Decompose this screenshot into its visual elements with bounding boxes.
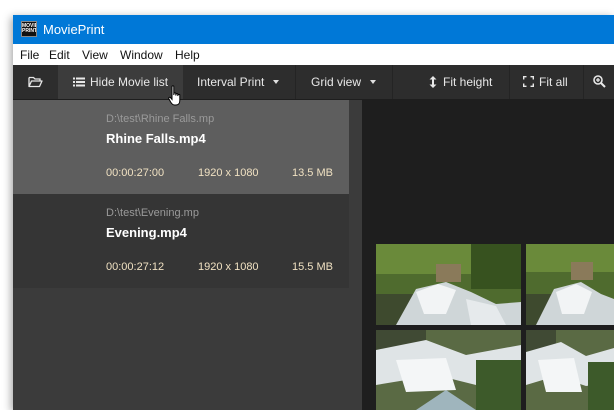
movie-duration: 00:00:27:12 [106,261,165,273]
movie-list-panel: D:\test\Rhine Falls.mp Rhine Falls.mp4 0… [13,100,362,410]
zoom-button[interactable] [593,65,614,99]
movie-name: Rhine Falls.mp4 [106,131,206,146]
fit-height-button[interactable]: Fit height [417,65,509,99]
movie-resolution: 1920 x 1080 [198,167,259,179]
menu-view[interactable]: View [82,48,108,62]
waterfall-thumbnail-image [376,330,521,410]
movie-path: D:\test\Evening.mp [106,207,199,219]
thumbnail-frame[interactable] [526,244,614,325]
expand-icon [523,76,534,88]
grid-view-label: Grid view [311,75,362,89]
menu-file[interactable]: File [20,48,39,62]
interval-print-dropdown[interactable]: Interval Print [184,65,295,99]
chevron-down-icon [370,79,377,84]
title-bar[interactable]: MOVIE PRINT MoviePrint [13,15,614,44]
open-button[interactable] [13,65,57,99]
toolbar-divider [583,65,584,99]
movie-path: D:\test\Rhine Falls.mp [106,113,215,125]
chevron-down-icon [273,79,280,84]
zoom-icon [593,75,606,89]
app-logo-text: MOVIE PRINT [22,23,37,34]
waterfall-thumbnail-image [526,330,614,410]
thumbnail-frame[interactable] [376,330,521,410]
fit-height-label: Fit height [443,75,493,89]
grid-view-dropdown[interactable]: Grid view [296,65,392,99]
toolbar: Hide Movie list Interval Print Grid view… [13,65,614,100]
menu-help[interactable]: Help [175,48,200,62]
window-title: MoviePrint [43,22,105,37]
hand-cursor-icon [168,85,181,106]
movieprint-viewer[interactable] [362,100,614,410]
thumbnail-frame[interactable] [376,244,521,325]
movie-list-item[interactable]: D:\test\Rhine Falls.mp Rhine Falls.mp4 0… [13,100,349,194]
menu-edit[interactable]: Edit [49,48,70,62]
menu-window[interactable]: Window [120,48,163,62]
list-icon [73,77,85,87]
movie-file-size: 15.5 MB [292,261,333,273]
movie-resolution: 1920 x 1080 [198,261,259,273]
menu-bar: File Edit View Window Help [13,44,614,66]
app-logo-icon: MOVIE PRINT [21,21,37,37]
fit-all-button[interactable]: Fit all [510,65,583,99]
hide-movie-list-label: Hide Movie list [90,75,169,89]
waterfall-thumbnail-image [376,244,521,325]
waterfall-thumbnail-image [526,244,614,325]
movie-list-item[interactable]: D:\test\Evening.mp Evening.mp4 00:00:27:… [13,194,349,288]
app-window: MOVIE PRINT MoviePrint File Edit View Wi… [13,15,614,410]
movie-duration: 00:00:27:00 [106,167,165,179]
toolbar-divider [392,65,393,99]
thumbnail-frame[interactable] [526,330,614,410]
hide-movie-list-button[interactable]: Hide Movie list [58,65,183,99]
movie-file-size: 13.5 MB [292,167,333,179]
movie-name: Evening.mp4 [106,225,187,240]
fit-all-label: Fit all [539,75,568,89]
folder-open-icon [27,76,43,87]
interval-print-label: Interval Print [197,75,265,89]
vertical-arrows-icon [429,75,437,88]
